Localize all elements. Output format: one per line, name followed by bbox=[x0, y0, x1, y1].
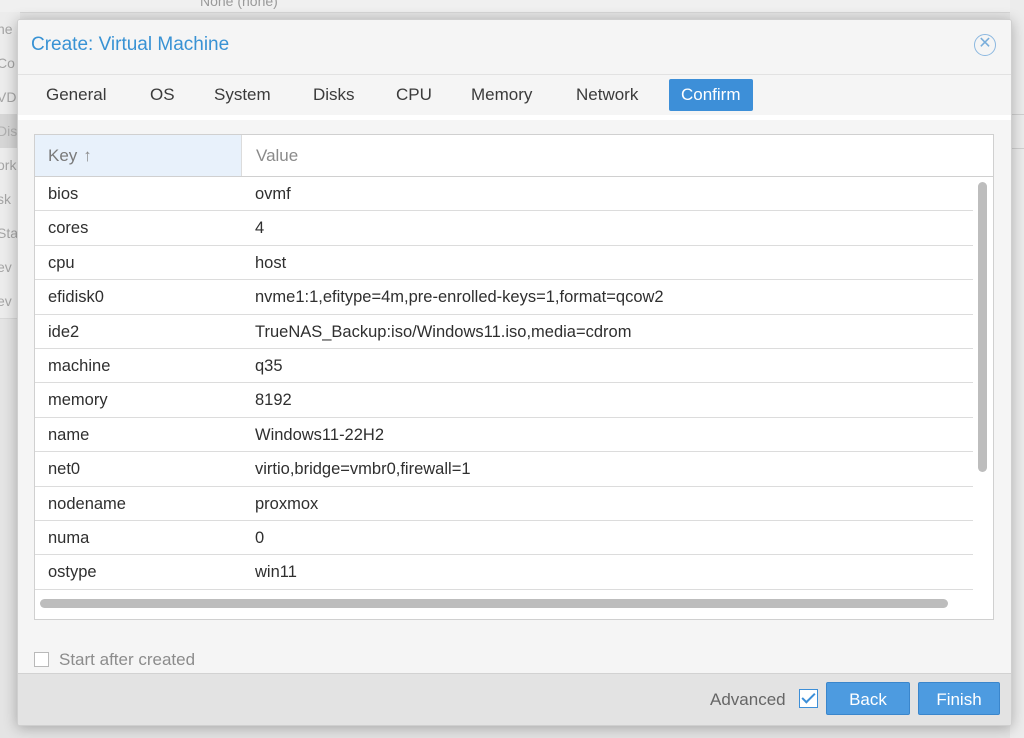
row-value: host bbox=[255, 253, 287, 272]
tab-disks[interactable]: Disks bbox=[301, 79, 367, 111]
tab-general[interactable]: General bbox=[34, 79, 118, 111]
dialog-footer: Advanced Back Finish bbox=[18, 673, 1011, 725]
background-divider bbox=[1010, 114, 1024, 115]
row-value: ovmf bbox=[255, 185, 291, 203]
row-value: 0 bbox=[255, 528, 265, 547]
column-header-value[interactable]: Value bbox=[242, 135, 993, 176]
tab-os[interactable]: OS bbox=[138, 79, 187, 111]
confirm-panel: Key ↑ Value bios ovmf cores 4 cpu host efidisk0… bbox=[18, 120, 1011, 673]
table-row[interactable]: memory 8192 bbox=[35, 383, 973, 418]
finish-button[interactable]: Finish bbox=[918, 682, 1000, 715]
vertical-scrollbar[interactable] bbox=[978, 182, 987, 472]
checkmark-icon bbox=[801, 689, 816, 704]
grid-rows: bios ovmf cores 4 cpu host efidisk0 nvme1:1,efi… bbox=[35, 177, 973, 593]
start-after-created-checkbox[interactable] bbox=[34, 652, 49, 667]
summary-grid: Key ↑ Value bios ovmf cores 4 cpu host efidisk0… bbox=[34, 134, 994, 620]
back-button[interactable]: Back bbox=[826, 682, 910, 715]
row-value: Windows11-22H2 bbox=[255, 425, 385, 444]
table-row[interactable]: nodename proxmox bbox=[35, 487, 973, 521]
tab-memory[interactable]: Memory bbox=[459, 79, 544, 111]
tab-cpu[interactable]: CPU bbox=[384, 79, 444, 111]
row-key: bios bbox=[48, 185, 79, 203]
row-key: memory bbox=[48, 391, 108, 410]
advanced-checkbox[interactable] bbox=[799, 689, 818, 708]
row-key: name bbox=[48, 425, 90, 444]
arrow-up-icon: ↑ bbox=[83, 146, 92, 165]
row-key: cores bbox=[48, 219, 89, 238]
row-value: proxmox bbox=[255, 494, 319, 513]
table-row[interactable]: bios ovmf bbox=[35, 177, 973, 212]
background-toolbar: None (none) bbox=[0, 0, 1024, 13]
grid-header: Key ↑ Value bbox=[35, 135, 993, 177]
row-key: ostype bbox=[48, 563, 97, 582]
row-value: win11 bbox=[255, 563, 297, 582]
row-value: nvme1:1,efitype=4m,pre-enrolled-keys=1,f… bbox=[255, 288, 664, 307]
row-value: virtio,bridge=vmbr0,firewall=1 bbox=[255, 460, 471, 479]
row-key: machine bbox=[48, 356, 111, 375]
row-key: net0 bbox=[48, 460, 81, 479]
tab-system[interactable]: System bbox=[202, 79, 283, 111]
row-key: ide2 bbox=[48, 322, 80, 341]
tab-network[interactable]: Network bbox=[564, 79, 650, 111]
tab-confirm[interactable]: Confirm bbox=[669, 79, 753, 111]
row-value: TrueNAS_Backup:iso/Windows11.iso,media=c… bbox=[255, 322, 632, 341]
table-row[interactable]: net0 virtio,bridge=vmbr0,firewall=1 bbox=[35, 452, 973, 487]
advanced-label: Advanced bbox=[710, 690, 786, 709]
column-header-key-label: Key bbox=[48, 146, 78, 165]
table-row[interactable]: ide2 TrueNAS_Backup:iso/Windows11.iso,med… bbox=[35, 315, 973, 349]
row-value: q35 bbox=[255, 356, 283, 375]
row-value: 8192 bbox=[255, 391, 292, 410]
start-after-created-label: Start after created bbox=[59, 650, 196, 669]
table-row[interactable]: efidisk0 nvme1:1,efitype=4m,pre-enrolled-… bbox=[35, 280, 973, 315]
table-row[interactable]: machine q35 bbox=[35, 349, 973, 384]
row-value: 4 bbox=[255, 219, 265, 238]
row-key: efidisk0 bbox=[48, 288, 104, 307]
background-right-panel bbox=[1010, 0, 1024, 738]
close-icon[interactable]: ✕ bbox=[974, 34, 996, 56]
table-row[interactable]: cores 4 bbox=[35, 211, 973, 246]
table-row[interactable]: cpu host bbox=[35, 246, 973, 281]
table-row[interactable]: ostype win11 bbox=[35, 555, 973, 590]
row-key: nodename bbox=[48, 494, 126, 513]
create-vm-dialog: Create: Virtual Machine ✕ General OS Sys… bbox=[17, 19, 1012, 726]
table-row[interactable]: numa 0 bbox=[35, 521, 973, 556]
column-header-key[interactable]: Key ↑ bbox=[35, 135, 242, 176]
background-divider bbox=[1010, 148, 1024, 149]
table-row[interactable]: name Windows11-22H2 bbox=[35, 418, 973, 453]
row-key: cpu bbox=[48, 253, 75, 272]
row-key: numa bbox=[48, 528, 90, 547]
dialog-title: Create: Virtual Machine bbox=[31, 34, 230, 55]
tab-bar: General OS System Disks CPU Memory Netwo… bbox=[18, 75, 1011, 115]
horizontal-scrollbar[interactable] bbox=[40, 599, 948, 608]
dialog-header: Create: Virtual Machine ✕ bbox=[18, 20, 1011, 75]
background-text: None (none) bbox=[200, 0, 278, 9]
